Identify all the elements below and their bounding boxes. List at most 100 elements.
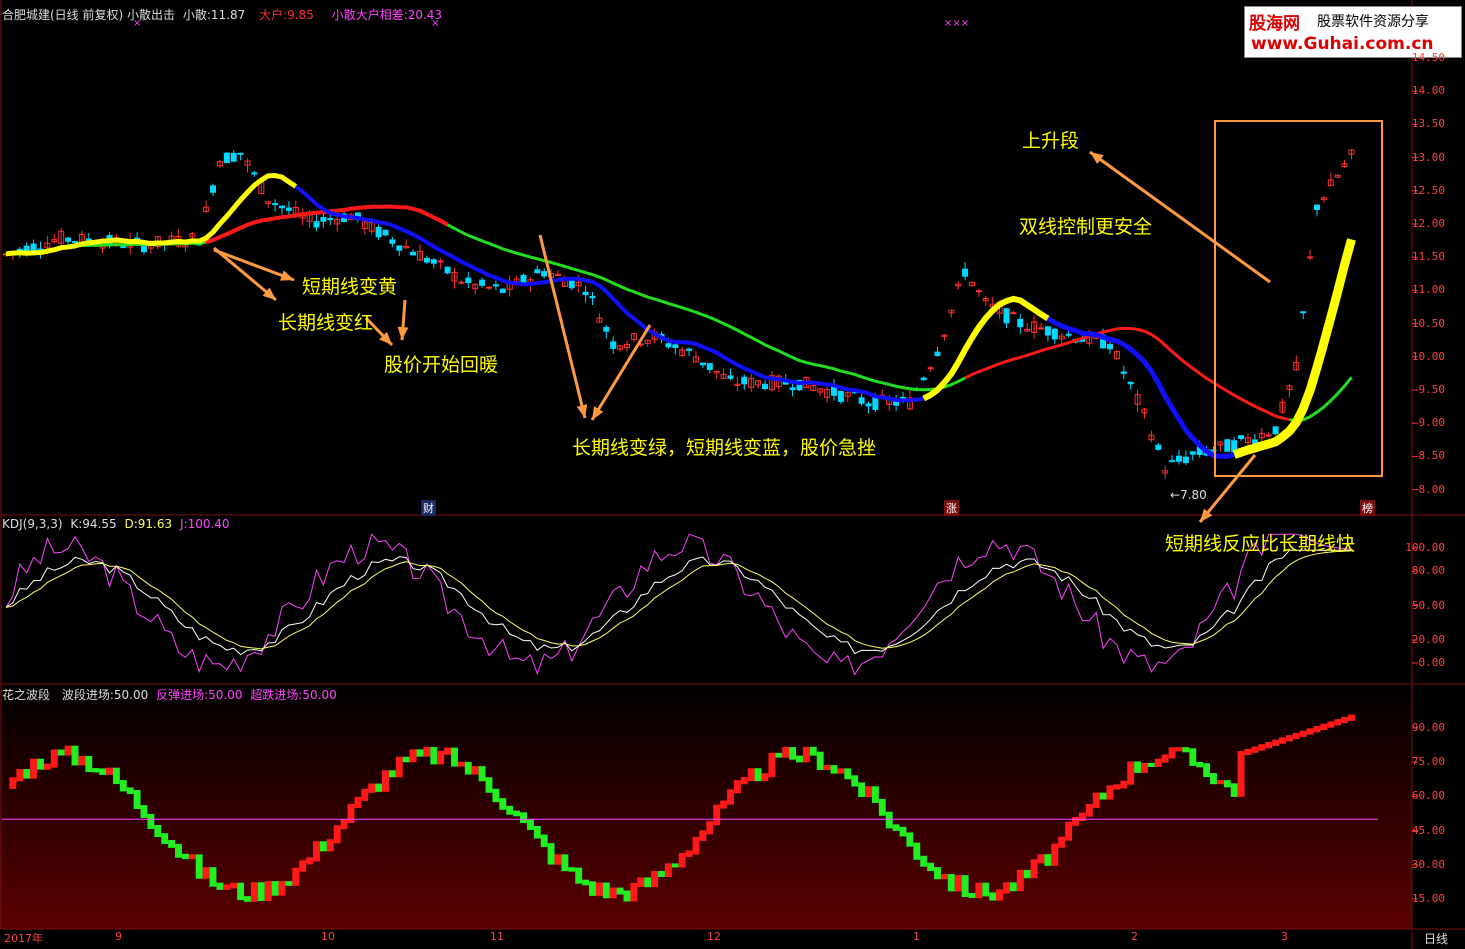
wave-step-bar [1272,739,1280,746]
wave-step-bar [188,854,196,860]
price-tick-label: 11.00 [1411,283,1445,297]
price-candle [568,279,575,289]
wave-step-bar [1244,748,1252,756]
wave-step-bar [658,870,665,877]
wave-step-bar [1009,882,1017,892]
price-tick-label: 14.00 [1411,84,1445,98]
wave-step-bar [133,790,141,810]
price-candle [327,218,334,221]
annotation-rising-section: 上升段 [1022,130,1080,152]
short-line-yellow-segment [922,295,1050,402]
wave-step-bar [175,843,182,858]
price-candle [541,271,548,277]
price-candle [975,290,982,293]
wave-step-bar [1141,762,1148,773]
wave-step-bar [664,863,672,877]
wave-step-bar [1168,747,1176,759]
price-candle [927,367,934,370]
wave-step-bar [1210,773,1217,785]
wave-step-bar [285,881,293,886]
wave-step-bar [326,839,334,852]
wave-step-bar [671,863,679,868]
wave-step-bar [761,773,769,782]
wave-step-bar [906,832,914,847]
wave-step-bar [630,883,638,902]
stock-chart[interactable]: × × ××× [0,0,1465,949]
wave-step-bar [1251,746,1259,753]
wave-step-bar [1182,747,1190,753]
wave-step-bar [602,882,610,899]
wave-step-bar [375,783,383,792]
event-tag-limit-up[interactable]: 涨 [944,500,959,516]
time-label-11: 11 [490,930,504,943]
wave-step-bar [568,867,576,872]
price-tick-label: 14.50 [1411,51,1445,64]
price-tick-label: 8.50 [1418,449,1446,463]
wave-step-bar [1203,763,1211,778]
price-candle [1065,333,1072,336]
event-tag-finance[interactable]: 财 [421,500,436,516]
wave-step-bar [934,867,941,880]
logo-slogan: 股票软件资源分享 [1317,14,1429,30]
price-candle [789,387,796,391]
wave-step-bar [940,874,948,880]
wave-step-bar [30,758,38,779]
price-candle [279,205,285,209]
price-tick-label: 13.50 [1411,117,1445,131]
wave-step-bar [513,810,521,817]
wave-tick-label: 90.00 [1411,721,1445,734]
event-tag-ranking[interactable]: 榜 [1360,500,1375,516]
wave-step-bar [1265,741,1273,749]
wave-step-bar [609,887,617,899]
wave-step-bar [1216,780,1224,785]
kdj-tick-label: 80.00 [1411,564,1445,577]
wave-step-bar [582,879,590,886]
price-candle [423,257,430,263]
kdj-k-value: 94.55 [82,517,117,531]
wave-step-bar [789,747,797,760]
wave-tick-label: 45.00 [1411,823,1445,837]
wave-step-bar [1134,761,1142,773]
wave-step-bar [623,890,631,902]
wave-step-bar [554,854,562,865]
wave-step-bar [1334,719,1342,726]
price-candle [582,291,589,296]
price-tick-label: 9.50 [1418,383,1446,396]
kdj-tick-label: 20.00 [1411,633,1445,646]
price-candle [1003,308,1010,324]
wave-step-bar [816,751,824,770]
wave-step-bar [733,780,741,794]
wave-step-bar [299,860,307,872]
price-candle [499,288,506,293]
kdj-d-value: 91.63 [137,517,173,531]
wave-step-bar [464,761,472,775]
wave-step-bar [340,818,348,830]
kdj-tick-label: 50.00 [1411,598,1445,612]
wave-step-bar [644,877,652,888]
wave-step-bar [947,874,955,892]
wave-step-bar [1279,737,1286,744]
period-label[interactable]: 日线 [1424,930,1448,947]
wave-step-bar [782,747,790,758]
long-line-red-segment [964,326,1290,422]
wave-step-bar [1237,751,1245,797]
wave-step-bar [1189,748,1197,766]
price-candle [120,246,127,249]
short-line-yellow-segment [5,172,298,257]
wave-title: 花之波段 [2,688,51,702]
wave-l2: 反弹进场: [156,688,209,702]
wave-step-bar [830,765,838,774]
wave-step-bar [223,884,231,890]
wave-step-bar [485,777,493,793]
price-candle [837,390,844,402]
wave-step-bar [1230,783,1238,797]
wave-tick-label: 60.00 [1411,789,1445,803]
chart-header: 合肥城建(日线 前复权) 小散出击 小散:11.87 大户:9.85 小散大户相… [2,6,442,23]
wave-step-bar [865,786,872,798]
diff-label: 小散大户相差: [331,8,408,22]
wave-step-bar [1030,859,1038,879]
price-candle [589,295,596,299]
wave-step-bar [706,821,714,835]
price-candle [65,237,72,242]
short-line-yellow-segment [1232,238,1356,459]
